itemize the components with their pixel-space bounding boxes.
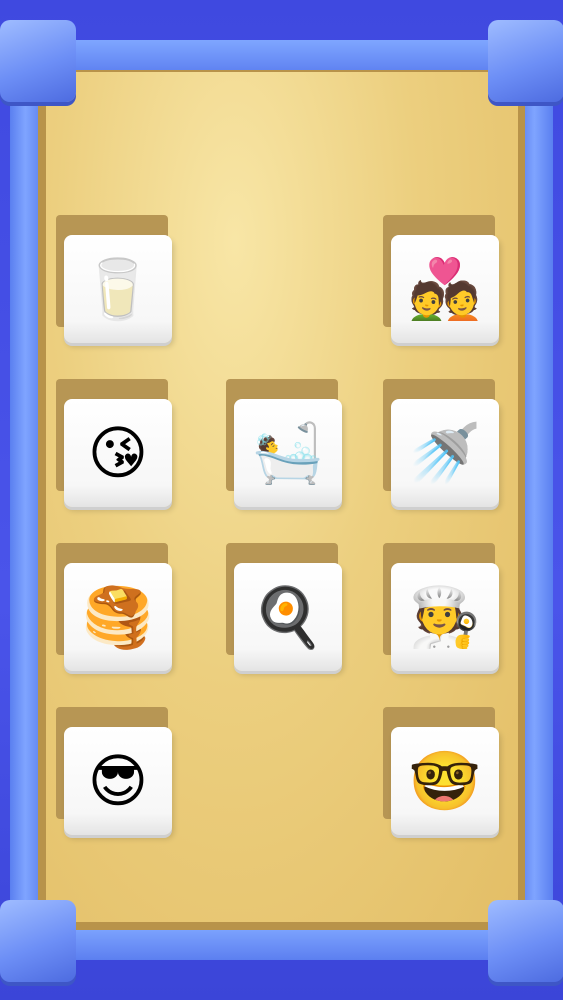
tile-slot: 🚿	[383, 379, 501, 511]
smiling-face-with-sunglasses-icon: 😎	[87, 747, 149, 815]
tile-slot: 💑	[383, 215, 501, 347]
couple-with-heart-icon: 💑	[408, 255, 482, 323]
tile-kiss[interactable]: 😘	[64, 399, 172, 507]
tile-milk[interactable]: 🥛	[64, 235, 172, 343]
tile-couple[interactable]: 💑	[391, 235, 499, 343]
tile-slot: 🛀	[226, 379, 344, 511]
nerd-face-icon: 🤓	[408, 747, 482, 815]
tile-slot: 😘	[56, 379, 174, 511]
bathtub-icon: 🛀	[251, 419, 325, 487]
shower-icon: 🚿	[408, 419, 482, 487]
corner-post-top-left	[0, 20, 76, 102]
glass-of-milk-icon: 🥛	[81, 255, 155, 323]
frame-rail-bottom	[40, 926, 523, 960]
tile-slot: 🍳	[226, 543, 344, 675]
tile-slot: 😎	[56, 707, 174, 839]
pancakes-icon: 🥞	[81, 583, 155, 651]
tile-pancakes[interactable]: 🥞	[64, 563, 172, 671]
tile-bathtub[interactable]: 🛀	[234, 399, 342, 507]
corner-post-bottom-left	[0, 900, 76, 982]
tile-slot: 🧑‍🍳	[383, 543, 501, 675]
face-blowing-kiss-icon: 😘	[87, 419, 149, 487]
frame-rail-top	[40, 40, 523, 74]
frying-pan-egg-icon: 🍳	[251, 583, 325, 651]
tile-sunglasses[interactable]: 😎	[64, 727, 172, 835]
cook-icon: 🧑‍🍳	[408, 583, 482, 651]
tile-frying-pan[interactable]: 🍳	[234, 563, 342, 671]
corner-post-bottom-right	[488, 900, 563, 982]
tile-cook[interactable]: 🧑‍🍳	[391, 563, 499, 671]
tile-slot: 🥛	[56, 215, 174, 347]
tile-slot: 🥞	[56, 543, 174, 675]
tile-shower[interactable]: 🚿	[391, 399, 499, 507]
corner-post-top-right	[488, 20, 563, 102]
tile-nerd[interactable]: 🤓	[391, 727, 499, 835]
tile-slot: 🤓	[383, 707, 501, 839]
